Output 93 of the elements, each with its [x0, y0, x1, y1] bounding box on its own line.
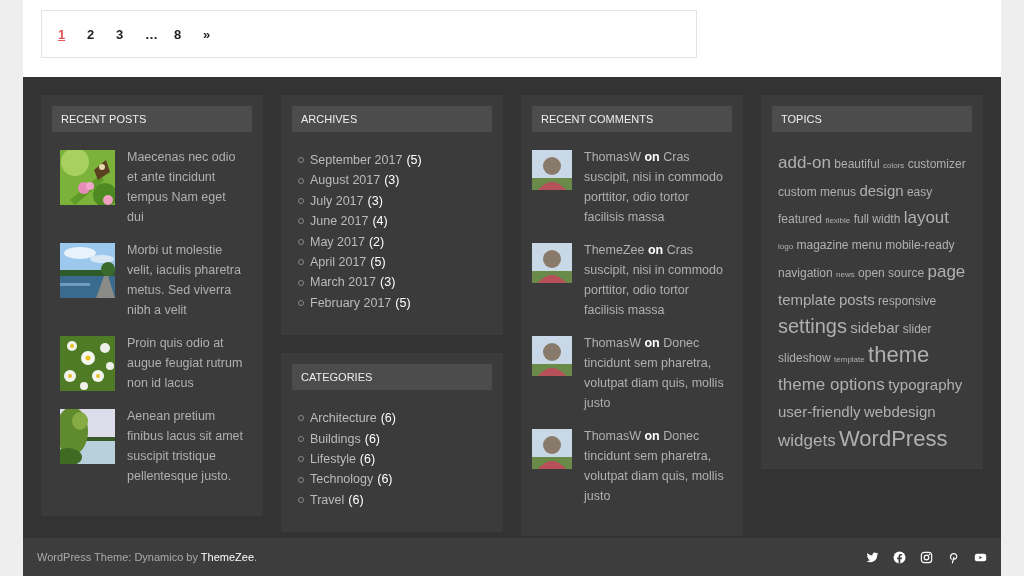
tag-link[interactable]: design: [859, 182, 904, 199]
avatar: [532, 150, 572, 190]
pagination-link[interactable]: 2: [87, 26, 116, 42]
post-count: (3): [384, 172, 400, 190]
widget-title: RECENT COMMENTS: [532, 106, 732, 132]
tag-link[interactable]: theme: [868, 342, 930, 367]
pagination-link[interactable]: …: [145, 26, 174, 42]
avatar: [532, 336, 572, 376]
category-link[interactable]: Buildings: [310, 428, 361, 450]
twitter-icon[interactable]: [866, 550, 879, 564]
archive-link[interactable]: July 2017: [310, 190, 364, 212]
tag-link[interactable]: slideshow: [778, 351, 831, 365]
tag-link[interactable]: responsive: [878, 294, 937, 308]
post-link[interactable]: Aenean pretium finibus lacus sit amet suscipit tristique pellentesque justo.: [127, 406, 244, 486]
tag-link[interactable]: full width: [853, 212, 901, 226]
tag-link[interactable]: theme options: [778, 375, 885, 394]
tag-link[interactable]: open source: [858, 266, 925, 280]
widget-title: TOPICS: [772, 106, 972, 132]
pagination-link[interactable]: 3: [116, 26, 145, 42]
category-link[interactable]: Architecture: [310, 408, 377, 429]
author-link[interactable]: ThomasW: [584, 336, 641, 350]
category-link[interactable]: Lifestyle: [310, 449, 356, 470]
tag-link[interactable]: page: [927, 262, 966, 281]
post-count: (2): [368, 233, 385, 251]
post-count: (6): [377, 471, 393, 489]
post-link[interactable]: Maecenas nec odio et ante tincidunt tempus Nam eget dui: [127, 147, 244, 227]
comment-text: ThomasW on Donec tincidunt sem pharetra, volutpat diam quis, mollis justo: [584, 335, 725, 412]
tag-link[interactable]: typography: [888, 376, 963, 393]
tag-link[interactable]: logo: [778, 242, 794, 251]
tag-link[interactable]: posts: [838, 291, 875, 308]
comment-text: ThomasW on Donec tincidunt sem pharetra, volutpat diam quis, mollis justo: [584, 428, 725, 505]
themezee-link[interactable]: ThemeZee: [200, 551, 255, 563]
tag-link[interactable]: flexible: [825, 216, 851, 225]
tag-link[interactable]: easy: [906, 185, 933, 199]
archive-link[interactable]: June 2017: [310, 211, 369, 232]
tag-link[interactable]: customizer: [907, 157, 966, 171]
pagination-link[interactable]: »: [203, 26, 232, 42]
widget-title: RECENT POSTS: [52, 106, 252, 132]
widget-title: ARCHIVES: [292, 106, 492, 132]
post-count: (6): [359, 451, 376, 469]
post-count: (5): [406, 152, 422, 169]
instagram-icon[interactable]: [920, 550, 933, 564]
avatar: [532, 429, 572, 469]
tag-link[interactable]: widgets: [778, 431, 836, 450]
widget-title: CATEGORIES: [292, 364, 492, 391]
category-link[interactable]: Technology: [310, 469, 374, 490]
credit-text: WordPress Theme: Dynamico by ThemeZee.: [37, 551, 258, 563]
tag-link[interactable]: custom menus: [778, 185, 857, 199]
tag-link[interactable]: news: [836, 270, 855, 279]
post-count: (6): [380, 410, 396, 428]
author-link[interactable]: ThomasW: [584, 429, 641, 443]
author-link[interactable]: ThomasW: [584, 150, 641, 164]
archive-link[interactable]: February 2017: [310, 292, 392, 314]
tag-link[interactable]: slider: [902, 322, 932, 336]
post-count: (3): [367, 192, 383, 210]
comment-text: ThomasW on Cras suscipit, nisi in commodo porttitor, odio tortor facilisis massa: [584, 149, 724, 226]
archive-link[interactable]: August 2017: [310, 170, 381, 191]
pagination-link[interactable]: 8: [174, 26, 203, 42]
tag-link[interactable]: colors: [883, 161, 905, 170]
comment-text: ThemeZee on Cras suscipit, nisi in commodo porttitor, odio tortor facilisis massa: [584, 242, 724, 319]
post-count: (5): [395, 294, 411, 312]
tag-link[interactable]: sidebar: [850, 319, 900, 336]
pagination-link[interactable]: 1: [58, 26, 87, 42]
tag-link[interactable]: navigation: [778, 266, 833, 280]
tag-link[interactable]: layout: [903, 208, 950, 227]
tag-link[interactable]: magazine: [796, 238, 849, 252]
tag-link[interactable]: beautiful: [834, 157, 880, 171]
tag-link[interactable]: settings: [778, 315, 847, 337]
category-link[interactable]: Travel: [310, 489, 345, 511]
post-link[interactable]: Proin quis odio at augue feugiat rutrum non id lacus: [127, 333, 244, 393]
post-count: (3): [380, 274, 396, 292]
tag-link[interactable]: add-on: [778, 153, 831, 172]
facebook-icon[interactable]: [893, 550, 906, 564]
archive-link[interactable]: May 2017: [310, 231, 365, 253]
tag-link[interactable]: webdesign: [863, 403, 936, 420]
author-link[interactable]: ThemeZee: [584, 243, 645, 257]
tag-link[interactable]: template: [778, 291, 836, 308]
archive-link[interactable]: March 2017: [310, 272, 376, 293]
archive-link[interactable]: September 2017: [310, 150, 403, 171]
tag-link[interactable]: user-friendly: [778, 403, 861, 420]
tag-link[interactable]: featured: [778, 212, 823, 226]
post-count: (5): [370, 254, 386, 272]
tag-link[interactable]: template: [834, 355, 865, 364]
tag-link[interactable]: menu: [851, 238, 882, 252]
post-link[interactable]: Morbi ut molestie velit, iaculis pharetra metus. Sed viverra nibh a velit: [127, 240, 244, 320]
post-count: (6): [364, 430, 380, 448]
post-count: (4): [372, 213, 388, 231]
tag-link[interactable]: WordPress: [839, 426, 948, 451]
archive-link[interactable]: April 2017: [310, 252, 367, 273]
pinterest-icon[interactable]: [947, 550, 960, 564]
avatar: [532, 243, 572, 283]
tag-link[interactable]: mobile-ready: [885, 238, 955, 252]
post-count: (6): [348, 491, 364, 509]
